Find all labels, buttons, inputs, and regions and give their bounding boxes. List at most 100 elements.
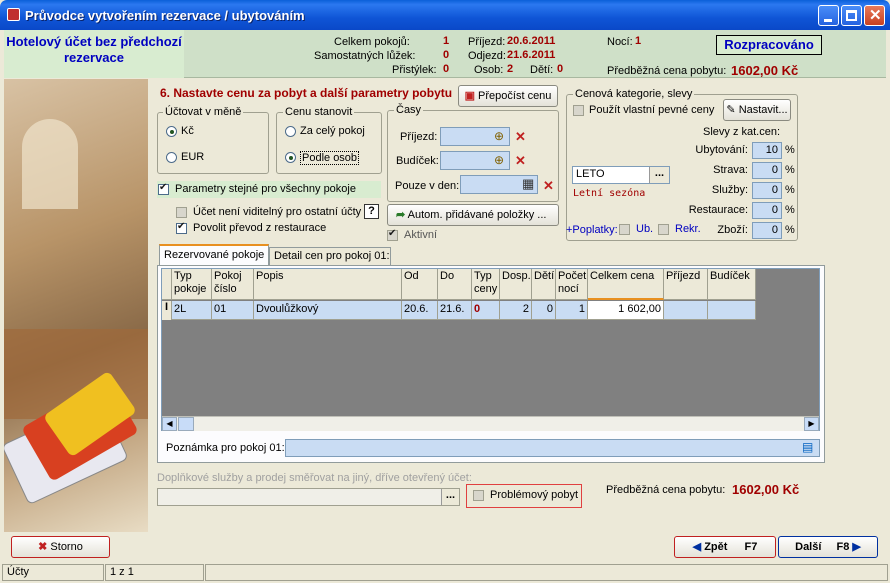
maximize-button[interactable] [841,5,862,26]
nights-label: Nocí: [607,36,633,48]
scroll-thumb[interactable] [178,417,194,431]
clear-wakeup-icon[interactable]: ✕ [515,153,526,169]
column-header[interactable]: Do [438,269,472,300]
percent-unit: % [785,144,795,156]
room-note-input[interactable] [285,439,820,457]
table-cell[interactable]: 2 [500,301,532,320]
prelim-price-value: 1602,00 Kč [731,63,799,78]
column-header[interactable]: Typ ceny [472,269,500,300]
column-header[interactable]: Od [402,269,438,300]
extra-beds-value: 0 [443,63,450,75]
discount-input[interactable]: 0 [752,202,782,219]
column-header[interactable]: Celkem cena [588,269,664,300]
only-day-label: Pouze v den: [395,180,460,192]
table-cell[interactable]: 1 602,00 [588,301,664,320]
app-icon [7,8,20,21]
close-button[interactable]: ✕ [864,5,885,26]
recalc-price-button[interactable]: ▣ Přepočíst cenu [458,85,558,107]
same-params-checkbox[interactable] [158,182,169,195]
column-header[interactable]: Pokoj číslo [212,269,254,300]
allow-transfer-label: Povolit převod z restaurace [193,222,327,234]
problem-stay-label: Problémový pobyt [490,489,579,501]
price-category-label: Cenová kategorie, slevy [573,88,695,100]
table-row[interactable]: I 2L 01 Dvoulůžkový 20.6. 21.6. 0 2 0 1 1 602,00 [162,301,756,320]
extra-beds-label: Přistýlek: [392,64,437,76]
scroll-right-icon[interactable]: ▶ [804,417,819,431]
column-header[interactable]: Příjezd [664,269,708,300]
next-button[interactable]: Další F8 ▶ [778,536,878,558]
tab-reserved-rooms[interactable]: Rezervované pokoje [159,244,269,266]
table-cell[interactable] [708,301,756,320]
browse-button[interactable]: ... [441,489,459,505]
back-button[interactable]: ◀ Zpět F7 [674,536,776,558]
column-header[interactable]: Dětí [532,269,556,300]
fees-label: +Poplatky: [566,224,618,236]
not-visible-checkbox[interactable] [176,207,187,218]
table-cell[interactable]: 21.6. [438,301,472,320]
statusbar-empty [205,564,888,581]
window-title: Průvodce vytvořením rezervace / ubytován… [25,8,305,23]
clear-day-icon[interactable]: ✕ [543,178,554,194]
cancel-button[interactable]: ✖ Storno [11,536,110,558]
header-corner [162,269,172,300]
table-cell[interactable]: 0 [532,301,556,320]
horizontal-scrollbar[interactable]: ◀ ▶ [162,416,819,431]
clock-icon[interactable]: ⊕ [494,153,504,167]
column-header[interactable]: Budíček [708,269,756,300]
currency-eur-radio[interactable] [166,152,177,163]
discount-input[interactable]: 0 [752,222,782,239]
discount-input[interactable]: 0 [752,162,782,179]
clock-icon[interactable]: ⊕ [494,129,504,143]
clear-arrival-icon[interactable]: ✕ [515,129,526,145]
own-prices-checkbox[interactable] [573,105,584,116]
table-cell[interactable]: 0 [472,301,500,320]
active-checkbox[interactable] [387,228,398,241]
table-cell[interactable] [664,301,708,320]
help-icon[interactable]: ? [364,204,379,219]
minimize-button[interactable] [818,5,839,26]
discount-label: Ubytování: [695,144,748,156]
arrival-time-label: Příjezd: [400,131,438,143]
tab-price-detail[interactable]: Detail cen pro pokoj 01: [269,247,391,266]
calendar-icon[interactable]: ▦ [522,176,534,192]
times-group-label: Časy [394,104,424,116]
price-whole-room-radio[interactable] [285,126,296,137]
table-cell[interactable]: 01 [212,301,254,320]
calculator-icon: ▣ [464,90,475,102]
fee-ub-checkbox[interactable] [619,224,630,235]
status-badge: Rozpracováno [716,35,822,55]
table-cell[interactable]: 2L [172,301,212,320]
note-edit-icon[interactable]: ▤ [802,440,813,454]
extra-services-field[interactable]: ... [157,488,460,506]
table-cell[interactable]: Dvoulůžkový [254,301,402,320]
scroll-left-icon[interactable]: ◀ [162,417,177,431]
problem-stay-checkbox[interactable] [473,490,484,501]
currency-czk-radio[interactable] [166,126,177,137]
arrow-right-icon: ▶ [852,541,861,553]
statusbar-module: Účty [2,564,104,581]
column-header[interactable]: Typ pokoje [172,269,212,300]
rooms-table: Typ pokoje Pokoj číslo Popis Od Do Typ ceny Do… [161,268,820,431]
footer-price-label: Předběžná cena pobytu: [606,484,726,496]
percent-unit: % [785,164,795,176]
table-cell[interactable]: 20.6. [402,301,438,320]
prelim-price-label: Předběžná cena pobytu: [607,65,727,77]
discount-input[interactable]: 0 [752,182,782,199]
settings-button[interactable]: ✎ Nastavit... [723,99,791,121]
column-header[interactable]: Počet nocí [556,269,588,300]
column-header[interactable]: Dosp. [500,269,532,300]
allow-transfer-checkbox[interactable] [176,221,187,234]
price-per-person-label: Podle osob [300,151,360,165]
price-per-person-radio[interactable] [285,152,296,163]
fee-rekr-checkbox[interactable] [658,224,669,235]
arrow-left-icon: ◀ [692,541,702,553]
arrival-label: Příjezd: [468,36,506,48]
active-label: Aktivní [404,229,438,241]
auto-items-button[interactable]: ➦ Autom. přidávané položky ... [387,204,559,226]
column-header[interactable]: Popis [254,269,402,300]
season-label: Letní sezóna [573,188,646,199]
discount-input[interactable]: 10 [752,142,782,159]
price-code-field[interactable]: LETO ... [572,166,670,184]
nights-value: 1 [635,35,642,47]
table-cell[interactable]: 1 [556,301,588,320]
